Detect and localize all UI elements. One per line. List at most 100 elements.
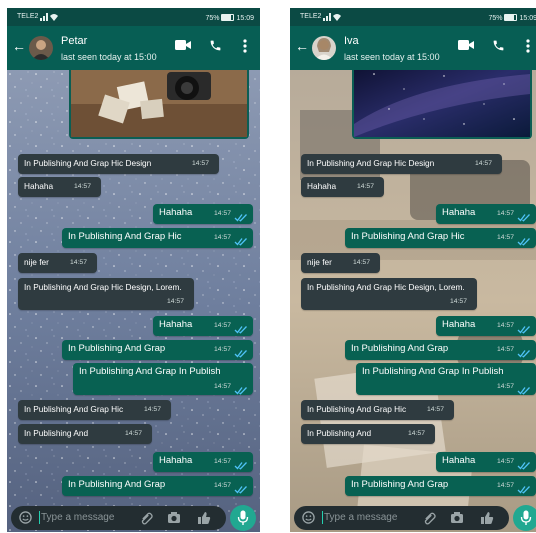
signal-icon: [40, 13, 58, 21]
video-camera-icon[interactable]: [175, 39, 191, 51]
incoming-message[interactable]: Hahaha 14:57: [18, 177, 101, 197]
more-vertical-icon[interactable]: [526, 39, 530, 53]
message-time: 14:57: [191, 160, 209, 167]
double-check-icon: [517, 345, 531, 358]
double-check-icon: [234, 321, 248, 334]
message-text: In Publishing And Grap Hic: [351, 231, 465, 242]
incoming-message[interactable]: In Publishing And Grap Hic Design, Lorem…: [301, 278, 477, 310]
message-time: 14:57: [213, 482, 231, 489]
incoming-message[interactable]: In Publishing And Grap Hic 14:57: [301, 400, 454, 420]
incoming-message[interactable]: nije fer 14:57: [301, 253, 380, 273]
outgoing-message[interactable]: In Publishing And Grap 14:57: [345, 476, 536, 496]
message-text: In Publishing And Grap Hic: [307, 404, 407, 414]
contact-avatar[interactable]: [312, 36, 336, 60]
message-text: In Publishing And Grap Hic Design: [307, 158, 435, 168]
conversation[interactable]: In Publishing And Grap Hic Design 14:57 Ha…: [290, 70, 536, 532]
image-message[interactable]: [352, 70, 532, 139]
outgoing-message[interactable]: In Publishing And Grap Hic 14:57: [62, 228, 253, 248]
contact-name[interactable]: Iva: [344, 35, 359, 47]
arrow-left-icon[interactable]: ←: [12, 38, 26, 54]
incoming-message[interactable]: nije fer 14:57: [18, 253, 97, 273]
outgoing-message[interactable]: Hahaha 14:57: [153, 316, 253, 336]
message-text: Hahaha: [159, 455, 193, 466]
message-input[interactable]: Type a message: [324, 512, 397, 523]
message-time: 14:57: [124, 430, 142, 437]
message-time: 14:57: [496, 482, 514, 489]
status-bar: TELE2 75% 15:09: [290, 8, 536, 26]
microphone-icon: [237, 510, 249, 525]
message-time: 14:57: [213, 234, 231, 241]
message-text: In Publishing And Grap In Publish: [362, 366, 504, 377]
phone-icon[interactable]: [209, 39, 222, 52]
incoming-message[interactable]: In Publishing And Grap Hic 14:57: [18, 400, 171, 420]
contact-avatar[interactable]: [29, 36, 53, 60]
message-text: Hahaha: [307, 181, 337, 191]
message-text: Hahaha: [442, 455, 476, 466]
incoming-message[interactable]: Hahaha 14:57: [301, 177, 384, 197]
thumbs-up-icon[interactable]: [480, 511, 494, 525]
text-caret: [322, 511, 323, 524]
emoji-icon[interactable]: [19, 511, 32, 524]
outgoing-message[interactable]: Hahaha 14:57: [153, 204, 253, 224]
clock: 15:09: [519, 15, 536, 22]
outgoing-message[interactable]: Hahaha 14:57: [153, 452, 253, 472]
carrier-label: TELE2: [17, 13, 39, 20]
outgoing-message[interactable]: Hahaha 14:57: [436, 452, 536, 472]
outgoing-message[interactable]: In Publishing And Grap In Publish 14:57: [356, 363, 536, 395]
double-check-icon: [517, 457, 531, 470]
incoming-message[interactable]: In Publishing And Grap Hic Design, Lorem…: [18, 278, 194, 310]
more-vertical-icon[interactable]: [243, 39, 247, 53]
last-seen: last seen today at 15:00: [61, 52, 157, 62]
battery-icon: [504, 14, 518, 21]
double-check-icon: [234, 209, 248, 222]
status-right: 75% 15:09: [488, 13, 536, 22]
message-text: In Publishing And: [307, 428, 372, 438]
contact-name[interactable]: Petar: [61, 35, 87, 47]
message-input[interactable]: Type a message: [41, 512, 114, 523]
outgoing-message[interactable]: Hahaha 14:57: [436, 316, 536, 336]
message-time: 14:57: [69, 259, 87, 266]
message-text: Hahaha: [159, 319, 193, 330]
double-check-icon: [517, 321, 531, 334]
outgoing-message[interactable]: In Publishing And Grap Hic 14:57: [345, 228, 536, 248]
double-check-icon: [517, 209, 531, 222]
video-camera-icon[interactable]: [458, 39, 474, 51]
message-time: 14:57: [213, 322, 231, 329]
incoming-message[interactable]: In Publishing And Grap Hic Design 14:57: [301, 154, 502, 174]
image-message[interactable]: [69, 70, 249, 139]
battery-percent: 75%: [205, 15, 220, 22]
camera-icon[interactable]: [450, 511, 464, 524]
conversation[interactable]: In Publishing And Grap Hic Design 14:57 Ha…: [7, 70, 260, 532]
paperclip-icon[interactable]: [423, 511, 436, 525]
paperclip-icon[interactable]: [140, 511, 153, 525]
phone-icon[interactable]: [492, 39, 505, 52]
battery-icon: [221, 14, 235, 21]
message-text: In Publishing And Grap: [68, 343, 166, 354]
message-time: 14:57: [449, 298, 467, 305]
message-text: Hahaha: [442, 319, 476, 330]
voice-record-button[interactable]: [230, 505, 256, 531]
message-text: In Publishing And Grap Hic Design: [24, 158, 152, 168]
chat-header: ← Iva last seen today at 15:00: [290, 26, 536, 70]
incoming-message[interactable]: In Publishing And Grap Hic Design 14:57: [18, 154, 219, 174]
double-check-icon: [517, 233, 531, 246]
message-time: 14:57: [496, 234, 514, 241]
outgoing-message[interactable]: Hahaha 14:57: [436, 204, 536, 224]
double-check-icon: [234, 233, 248, 246]
emoji-icon[interactable]: [302, 511, 315, 524]
chat-screen-petar: TELE2 75% 15:09 ← Petar last seen today a…: [7, 8, 260, 532]
camera-icon[interactable]: [167, 511, 181, 524]
incoming-message[interactable]: In Publishing And 14:57: [301, 424, 435, 444]
outgoing-message[interactable]: In Publishing And Grap In Publish 14:57: [73, 363, 253, 395]
voice-record-button[interactable]: [513, 505, 536, 531]
outgoing-message[interactable]: In Publishing And Grap 14:57: [62, 476, 253, 496]
incoming-message[interactable]: In Publishing And 14:57: [18, 424, 152, 444]
outgoing-message[interactable]: In Publishing And Grap 14:57: [345, 340, 536, 360]
thumbs-up-icon[interactable]: [197, 511, 211, 525]
arrow-left-icon[interactable]: ←: [295, 38, 309, 54]
message-time: 14:57: [496, 383, 514, 390]
message-text: nije fer: [307, 257, 332, 267]
double-check-icon: [234, 382, 248, 395]
outgoing-message[interactable]: In Publishing And Grap 14:57: [62, 340, 253, 360]
carrier-label: TELE2: [300, 13, 322, 20]
